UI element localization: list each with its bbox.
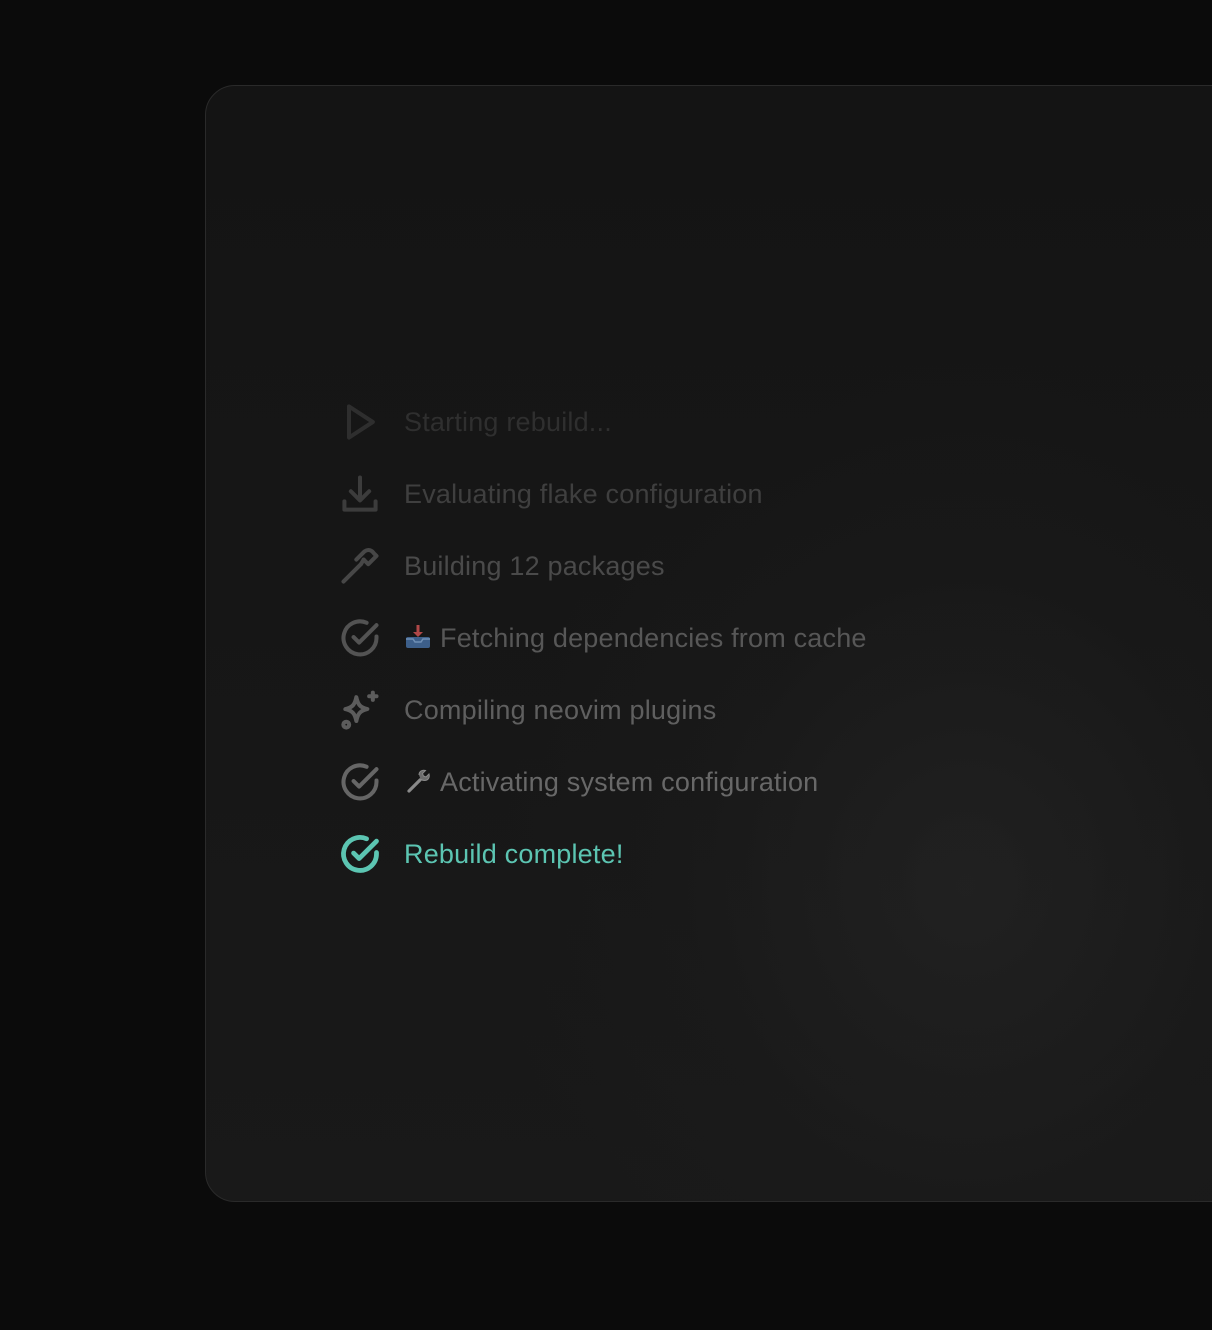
step-label: Building 12 packages [404,550,665,581]
step-text: Activating system configuration [440,766,819,797]
step-label: Compiling neovim plugins [404,694,717,725]
rebuild-step-list: Starting rebuild... Evaluating flake con… [338,386,867,890]
rebuild-progress-card: Starting rebuild... Evaluating flake con… [205,85,1212,1202]
step-label: Evaluating flake configuration [404,478,763,509]
step-building-packages: Building 12 packages [338,530,867,602]
page: Starting rebuild... Evaluating flake con… [0,0,1212,1330]
download-icon [338,472,382,516]
hammer-icon [338,544,382,588]
step-text: Fetching dependencies from cache [440,622,867,653]
sparkles-icon [338,688,382,732]
step-rebuild-complete: Rebuild complete! [338,818,867,890]
step-label: Fetching dependencies from cache [404,623,867,654]
check-circle-icon [338,832,382,876]
step-fetching-dependencies: Fetching dependencies from cache [338,602,867,674]
step-compiling-plugins: Compiling neovim plugins [338,674,867,746]
inbox-tray-emoji [404,623,432,651]
wrench-emoji [404,767,432,795]
step-label: Rebuild complete! [404,838,624,869]
step-label: Starting rebuild... [404,406,612,437]
step-label: Activating system configuration [404,767,818,798]
play-icon [338,400,382,444]
check-circle-icon [338,760,382,804]
step-evaluating-flake: Evaluating flake configuration [338,458,867,530]
step-activating-configuration: Activating system configuration [338,746,867,818]
step-starting-rebuild: Starting rebuild... [338,386,867,458]
check-circle-icon [338,616,382,660]
